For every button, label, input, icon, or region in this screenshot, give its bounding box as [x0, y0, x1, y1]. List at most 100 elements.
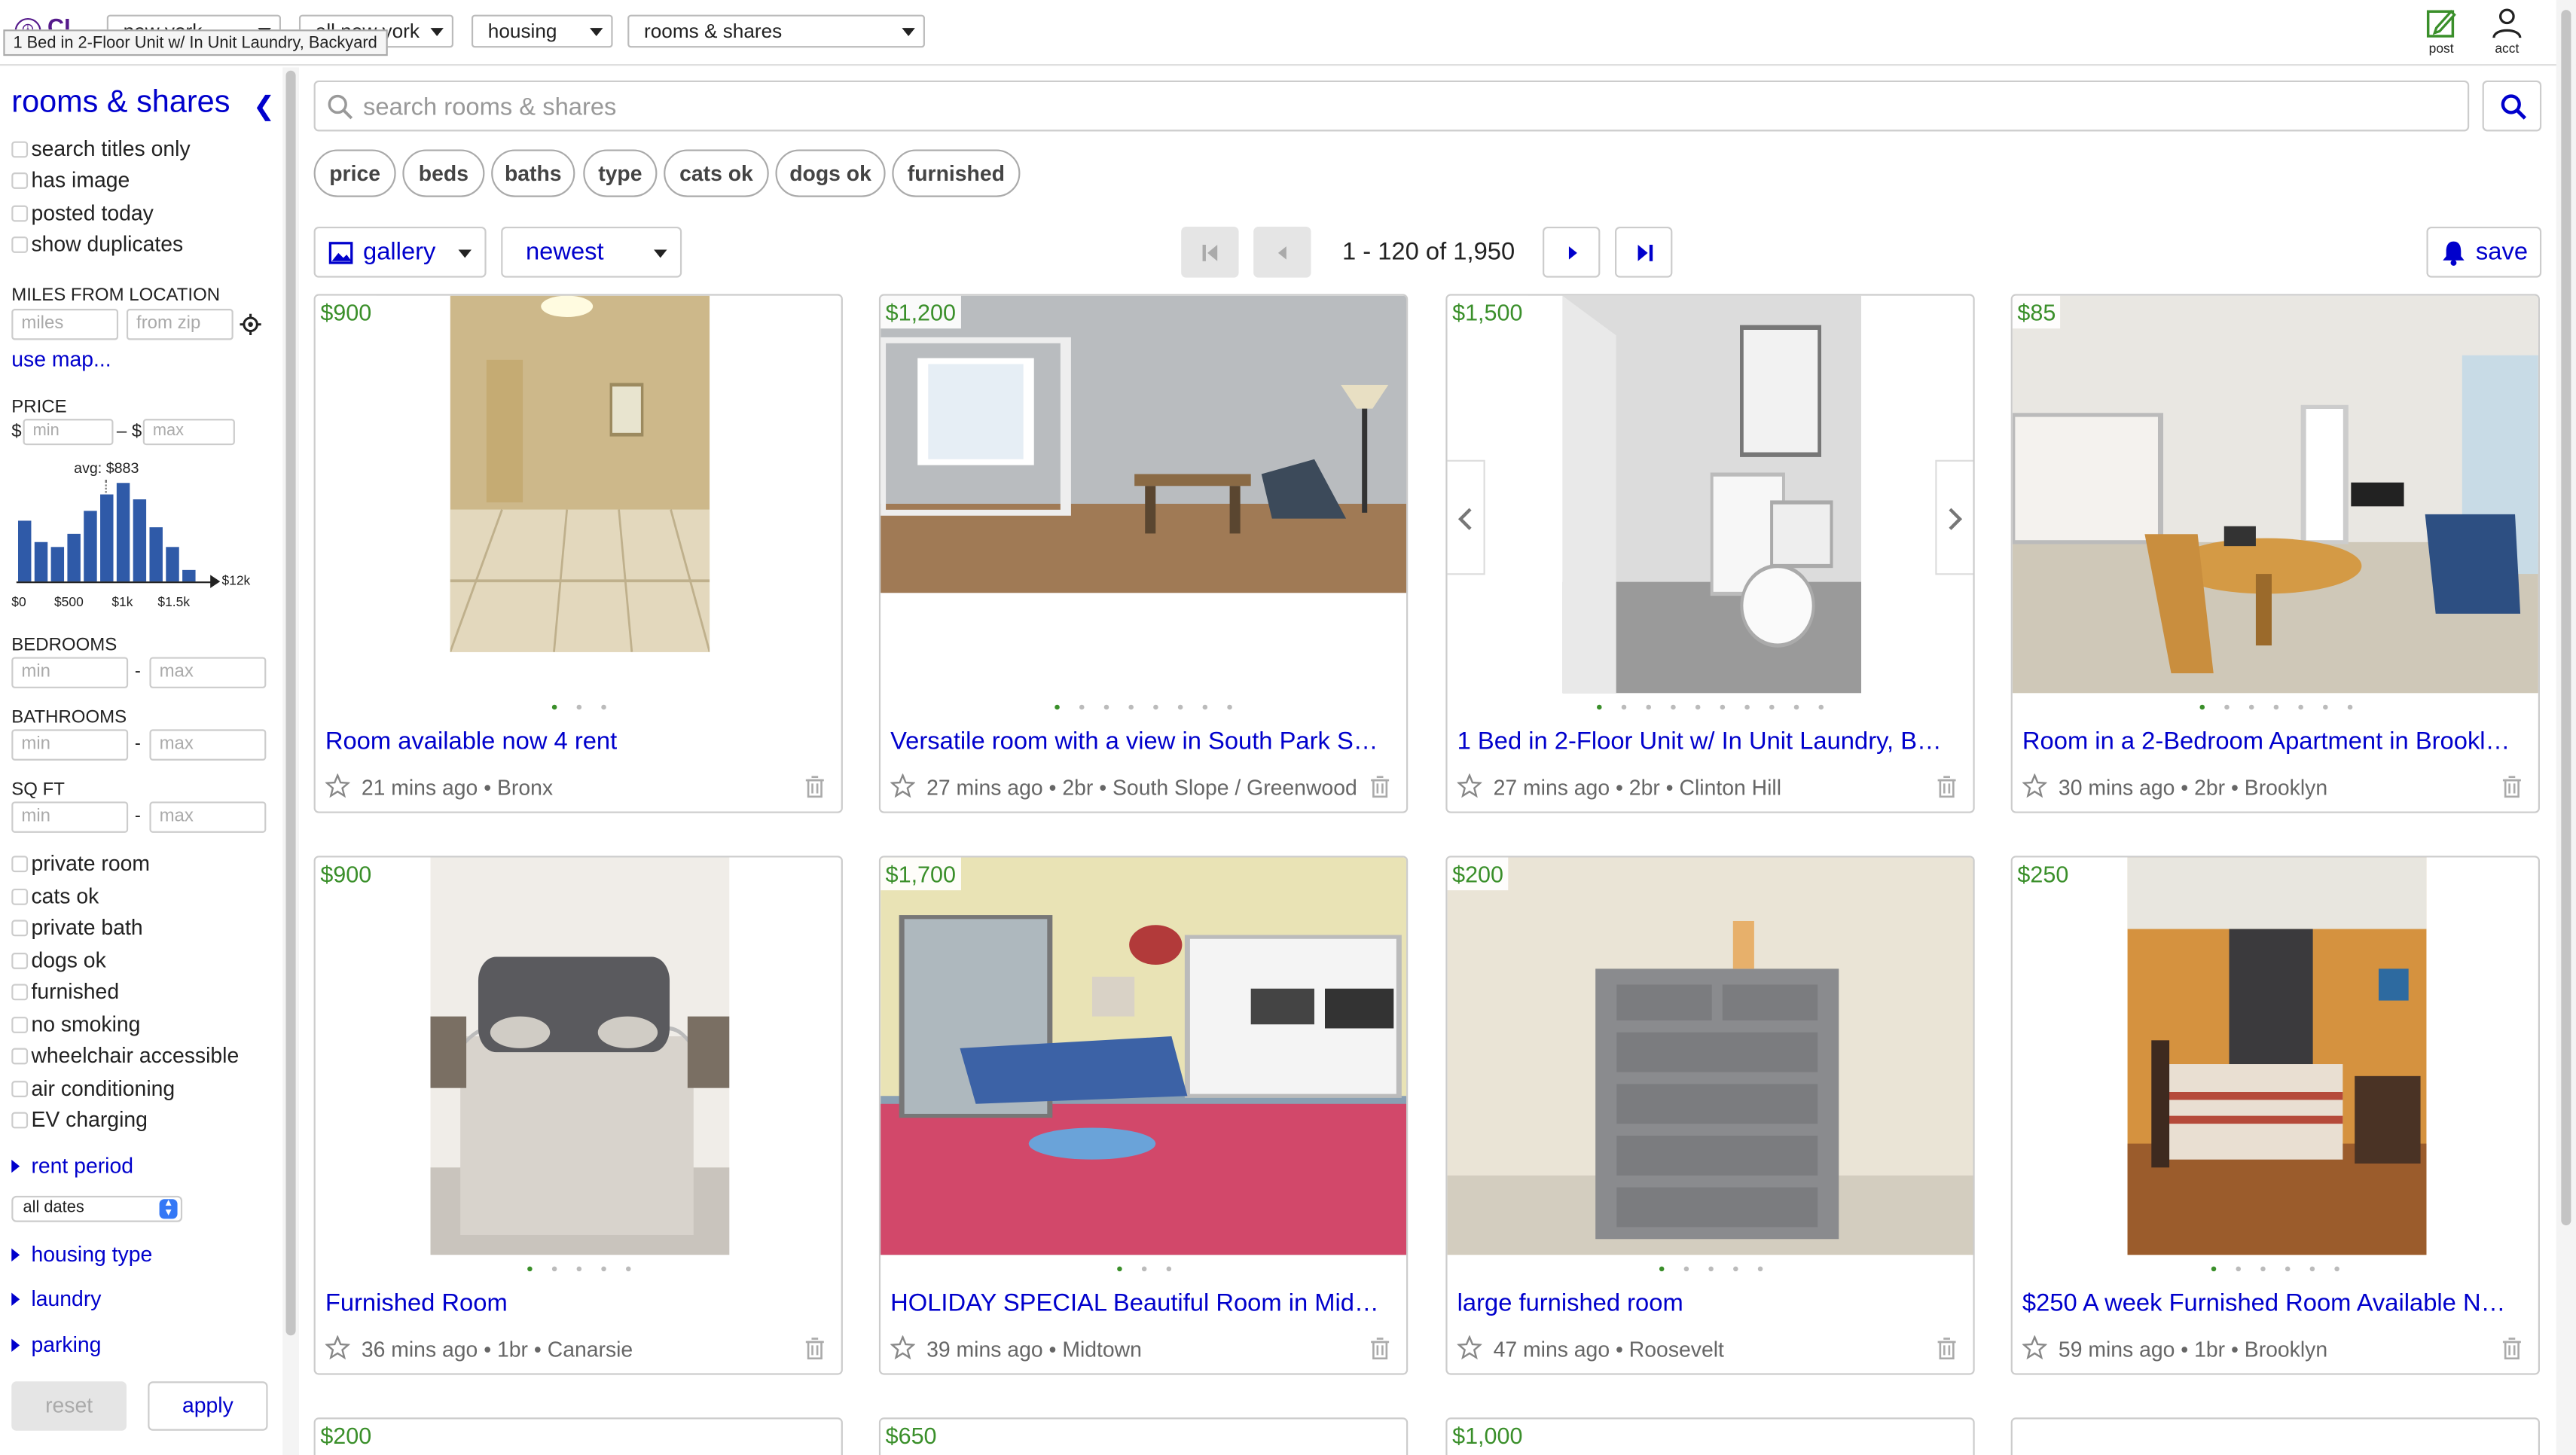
- listing-title[interactable]: HOLIDAY SPECIAL Beautiful Room in Midtow…: [890, 1289, 1383, 1317]
- listing-title[interactable]: Versatile room with a view in South Park…: [890, 728, 1383, 755]
- prev-photo-button[interactable]: [1447, 459, 1485, 575]
- price-min-input[interactable]: min: [23, 419, 114, 446]
- filter-chip-price[interactable]: price: [313, 149, 396, 197]
- listing-card[interactable]: $1,700 HOLIDAY SPECIAL Beautiful Room in …: [878, 856, 1409, 1375]
- bathrooms-max-input[interactable]: max: [149, 729, 267, 761]
- checkbox-show-duplicates[interactable]: show duplicates: [11, 232, 183, 256]
- listing-title[interactable]: Room in a 2-Bedroom Apartment in Brookly…: [2022, 728, 2515, 755]
- listing-title[interactable]: Furnished Room: [325, 1289, 818, 1317]
- checkbox-posted-today[interactable]: posted today: [11, 200, 154, 225]
- price-max-input[interactable]: max: [142, 419, 235, 446]
- next-page-button[interactable]: [1543, 226, 1601, 278]
- last-page-button[interactable]: [1615, 226, 1673, 278]
- listing-card[interactable]: $1,200 Versatile room with a view in Sout…: [878, 294, 1409, 813]
- account-button[interactable]: acct: [2483, 7, 2532, 56]
- listing-photo[interactable]: [2127, 857, 2427, 1255]
- checkbox-private-bath[interactable]: private bath: [11, 915, 143, 940]
- listing-card[interactable]: $200: [313, 1417, 843, 1455]
- dates-select[interactable]: all dates ▴ ▾: [11, 1195, 183, 1222]
- post-button[interactable]: post: [2416, 7, 2465, 56]
- next-photo-button[interactable]: [1935, 459, 1973, 575]
- listing-card[interactable]: $900 Furnished Room 36 mins ago • 1br • C…: [313, 856, 843, 1375]
- checkbox-search-titles[interactable]: search titles only: [11, 136, 191, 161]
- housing-type-toggle[interactable]: housing type: [11, 1242, 152, 1267]
- bedrooms-max-input[interactable]: max: [149, 657, 267, 688]
- listing-title[interactable]: 1 Bed in 2-Floor Unit w/ In Unit Laundry…: [1457, 728, 1950, 755]
- category-select[interactable]: housing: [471, 14, 613, 48]
- photo-dots[interactable]: [316, 704, 841, 715]
- listing-card[interactable]: $200 large furnished room 47 mins ago • R…: [1445, 856, 1975, 1375]
- listing-photo[interactable]: [2012, 295, 2538, 694]
- favorite-star-icon[interactable]: [1457, 773, 1482, 798]
- checkbox-private-room[interactable]: private room: [11, 851, 150, 876]
- filter-chip-baths[interactable]: baths: [491, 149, 575, 197]
- sqft-max-input[interactable]: max: [149, 801, 267, 833]
- listing-card[interactable]: $85 Room in a 2-Bedroom Apartment in Broo…: [2010, 294, 2540, 813]
- hide-trash-icon[interactable]: [1937, 775, 1957, 798]
- photo-dots[interactable]: [881, 704, 1406, 715]
- hide-trash-icon[interactable]: [1370, 775, 1390, 798]
- checkbox-ev-charging[interactable]: EV charging: [11, 1107, 148, 1132]
- view-mode-select[interactable]: gallery: [313, 226, 487, 278]
- listing-title[interactable]: Room available now 4 rent: [325, 728, 818, 755]
- listing-card[interactable]: $900 Room available now 4 rent 21 mins ag…: [313, 294, 843, 813]
- favorite-star-icon[interactable]: [890, 773, 915, 798]
- hide-trash-icon[interactable]: [2502, 775, 2522, 798]
- listing-photo[interactable]: [1562, 295, 1862, 694]
- checkbox-dogs-ok[interactable]: dogs ok: [11, 947, 106, 972]
- checkbox-has-image[interactable]: has image: [11, 167, 130, 192]
- checkbox-cats-ok[interactable]: cats ok: [11, 883, 99, 908]
- listing-card[interactable]: $250 $250 A week Furnished Room Available…: [2010, 856, 2540, 1375]
- listing-card[interactable]: [2010, 1417, 2540, 1455]
- favorite-star-icon[interactable]: [2022, 1335, 2047, 1360]
- sqft-min-input[interactable]: min: [11, 801, 129, 833]
- filter-chip-dogs-ok[interactable]: dogs ok: [775, 149, 886, 197]
- checkbox-no-smoking[interactable]: no smoking: [11, 1012, 140, 1036]
- price-histogram[interactable]: avg: $883 $12k $0 $500 $1k $1.5k: [11, 456, 274, 612]
- bathrooms-min-input[interactable]: min: [11, 729, 129, 761]
- sidebar-scrollbar[interactable]: [282, 67, 299, 1455]
- prev-page-button[interactable]: [1253, 226, 1311, 278]
- favorite-star-icon[interactable]: [325, 773, 350, 798]
- listing-photo[interactable]: [881, 857, 1407, 1255]
- photo-dots[interactable]: [1448, 1266, 1973, 1277]
- parking-toggle[interactable]: parking: [11, 1332, 101, 1357]
- listing-photo[interactable]: [881, 295, 1407, 593]
- listing-title[interactable]: $250 A week Furnished Room Available Now…: [2022, 1289, 2515, 1317]
- search-button[interactable]: [2482, 80, 2542, 132]
- checkbox-wheelchair[interactable]: wheelchair accessible: [11, 1043, 239, 1068]
- first-page-button[interactable]: [1181, 226, 1239, 278]
- listing-photo[interactable]: [450, 295, 710, 652]
- listing-title[interactable]: large furnished room: [1457, 1289, 1950, 1317]
- miles-input[interactable]: miles: [11, 309, 119, 340]
- favorite-star-icon[interactable]: [325, 1335, 350, 1360]
- locate-icon[interactable]: [240, 313, 261, 335]
- filter-chip-type[interactable]: type: [583, 149, 658, 197]
- filter-chip-cats-ok[interactable]: cats ok: [664, 149, 769, 197]
- collapse-sidebar-icon[interactable]: ❮: [253, 90, 275, 124]
- checkbox-furnished[interactable]: furnished: [11, 979, 119, 1004]
- photo-dots[interactable]: [2013, 704, 2538, 715]
- listing-photo[interactable]: [1447, 857, 1973, 1255]
- favorite-star-icon[interactable]: [890, 1335, 915, 1360]
- bedrooms-min-input[interactable]: min: [11, 657, 129, 688]
- favorite-star-icon[interactable]: [1457, 1335, 1482, 1360]
- hide-trash-icon[interactable]: [2502, 1337, 2522, 1360]
- photo-dots[interactable]: [2013, 1266, 2538, 1277]
- photo-dots[interactable]: [1448, 704, 1973, 715]
- sort-select[interactable]: newest: [501, 226, 682, 278]
- hide-trash-icon[interactable]: [805, 775, 825, 798]
- page-scrollbar[interactable]: [2556, 0, 2576, 1455]
- subcategory-select[interactable]: rooms & shares: [627, 14, 925, 48]
- use-map-link[interactable]: use map...: [11, 346, 111, 371]
- listing-photo[interactable]: [430, 857, 730, 1255]
- filter-chip-furnished[interactable]: furnished: [892, 149, 1021, 197]
- photo-dots[interactable]: [316, 1266, 841, 1277]
- hide-trash-icon[interactable]: [1937, 1337, 1957, 1360]
- photo-dots[interactable]: [881, 1266, 1406, 1277]
- reset-button[interactable]: reset: [11, 1381, 127, 1431]
- listing-card[interactable]: $1,500 1 Bed in 2-Floor Unit w/ In Unit L…: [1445, 294, 1975, 813]
- zip-input[interactable]: from zip: [126, 309, 233, 340]
- hide-trash-icon[interactable]: [1370, 1337, 1390, 1360]
- favorite-star-icon[interactable]: [2022, 773, 2047, 798]
